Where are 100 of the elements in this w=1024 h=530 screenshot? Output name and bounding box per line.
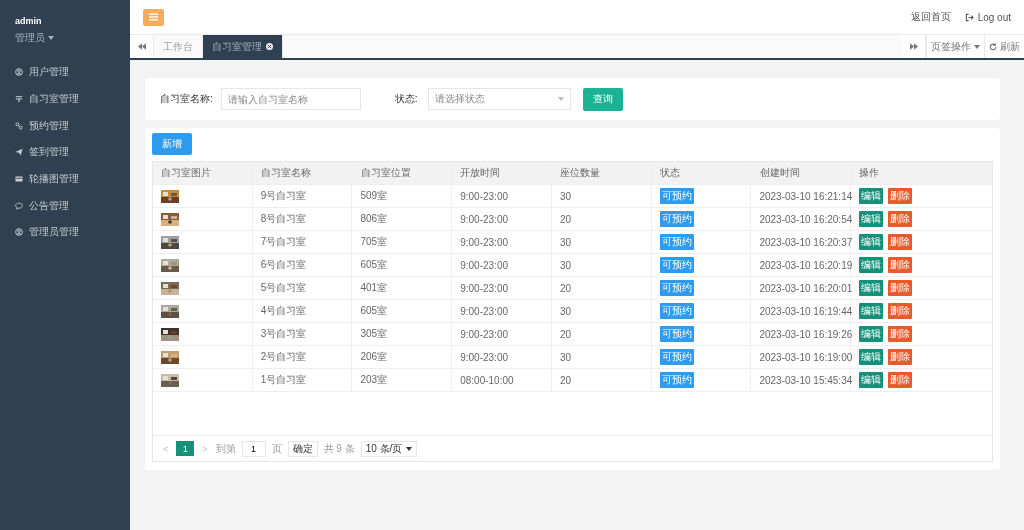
- status-badge: 可预约: [659, 280, 694, 296]
- table-cell: 30: [551, 346, 652, 368]
- field-label: 自习室名称:: [160, 92, 213, 106]
- home-link[interactable]: 返回首页: [910, 10, 951, 24]
- table-cell: 206室: [352, 346, 453, 368]
- column-header: 自习室名称: [252, 162, 353, 184]
- table-cell: 2023-03-10 16:19:26: [751, 323, 852, 345]
- user-name: admin: [15, 16, 42, 26]
- delete-button[interactable]: 删除: [888, 211, 913, 227]
- column-header: 自习室位置: [352, 162, 453, 184]
- name-input-field[interactable]: 请输入自习室名称: [220, 88, 361, 110]
- goto-label: 到第: [215, 441, 236, 456]
- sidebar-item[interactable]: 自习室管理: [0, 85, 130, 113]
- table-cell: 2023-03-10 16:20:54: [751, 208, 852, 230]
- tab-actions-dropdown[interactable]: 页签操作: [926, 35, 984, 58]
- table-cell: 2023-03-10 16:20:37: [751, 231, 852, 253]
- sidebar-item[interactable]: 公告管理: [0, 192, 130, 220]
- delete-button[interactable]: 删除: [888, 372, 913, 388]
- table-cell: 8号自习室: [252, 208, 353, 230]
- table-cell: 9:00-23:00: [452, 346, 552, 368]
- confirm-button[interactable]: 确定: [287, 440, 318, 457]
- status-badge: 可预约: [659, 349, 694, 365]
- refresh-button[interactable]: 刷新: [984, 35, 1024, 58]
- table-cell: 3号自习室: [252, 323, 353, 345]
- table-cell: 20: [551, 323, 652, 345]
- table-cell: 30: [551, 231, 652, 253]
- table-cell: 30: [551, 254, 652, 276]
- previous-page-button[interactable]: <: [161, 443, 171, 454]
- status-badge: 可预约: [659, 372, 694, 388]
- add-button[interactable]: 新增: [152, 133, 192, 155]
- status-badge: 可预约: [659, 234, 694, 250]
- delete-button[interactable]: 删除: [888, 303, 913, 319]
- table-cell: 2023-03-10 16:20:19: [751, 254, 852, 276]
- delete-button[interactable]: 删除: [888, 257, 913, 273]
- table-cell: 9:00-23:00: [452, 254, 552, 276]
- sidebar-item[interactable]: 轮播图管理: [0, 165, 130, 193]
- page-button[interactable]: 1: [176, 441, 195, 456]
- field-label: 状态:: [394, 92, 418, 106]
- table-cell: 705室: [352, 231, 453, 253]
- delete-button[interactable]: 删除: [888, 280, 913, 296]
- table-cell: 2号自习室: [252, 346, 353, 368]
- table-cell: 9:00-23:00: [452, 277, 552, 299]
- column-header: 自习室图片: [153, 162, 253, 184]
- delete-button[interactable]: 删除: [888, 326, 913, 342]
- table-cell: 605室: [352, 300, 453, 322]
- column-header: 开放时间: [452, 162, 553, 184]
- table-cell: 20: [551, 208, 652, 230]
- status-badge: 可预约: [659, 303, 694, 319]
- delete-button[interactable]: 删除: [888, 349, 913, 365]
- search-button[interactable]: 查询: [582, 87, 623, 111]
- tab[interactable]: 自习室管理: [203, 35, 283, 58]
- table-cell: 401室: [352, 277, 453, 299]
- edit-button[interactable]: 编辑: [859, 234, 884, 250]
- table-cell: 1号自习室: [252, 369, 353, 391]
- status-badge: 可预约: [659, 211, 694, 227]
- role-dropdown[interactable]: 管理员: [15, 31, 54, 45]
- sidebar-item[interactable]: 预约管理: [0, 112, 130, 140]
- table-cell: 2023-03-10 15:45:34: [751, 369, 852, 391]
- table-cell: 4号自习室: [252, 300, 353, 322]
- table-cell: 6号自习室: [252, 254, 353, 276]
- sidebar-item[interactable]: 管理员管理: [0, 219, 130, 246]
- table-cell: 30: [551, 300, 652, 322]
- table-cell: 9:00-23:00: [452, 208, 552, 230]
- table-cell: 2023-03-10 16:19:00: [751, 346, 852, 368]
- page-size-select[interactable]: 10 条/页: [360, 440, 418, 457]
- edit-button[interactable]: 编辑: [859, 372, 884, 388]
- delete-button[interactable]: 删除: [888, 234, 913, 250]
- edit-button[interactable]: 编辑: [859, 257, 884, 273]
- table-cell: 203室: [352, 369, 453, 391]
- sidebar-item[interactable]: 用户管理: [0, 59, 130, 86]
- table-cell: 9:00-23:00: [452, 300, 552, 322]
- column-header: 创建时间: [751, 162, 852, 184]
- status-badge: 可预约: [659, 257, 694, 273]
- edit-button[interactable]: 编辑: [859, 303, 884, 319]
- table-cell: 2023-03-10 16:21:14: [751, 185, 852, 207]
- edit-button[interactable]: 编辑: [859, 188, 884, 204]
- table-cell: 20: [551, 369, 652, 391]
- edit-button[interactable]: 编辑: [859, 349, 884, 365]
- edit-button[interactable]: 编辑: [859, 326, 884, 342]
- page-input-field[interactable]: 1: [241, 440, 266, 457]
- table-cell: 806室: [352, 208, 453, 230]
- table-cell: 2023-03-10 16:20:01: [751, 277, 852, 299]
- column-header: 状态: [651, 162, 752, 184]
- table-cell: 9:00-23:00: [452, 185, 552, 207]
- edit-button[interactable]: 编辑: [859, 211, 884, 227]
- status-select[interactable]: 请选择状态: [427, 88, 571, 110]
- table-cell: 9号自习室: [252, 185, 353, 207]
- logout-link[interactable]: Log out: [964, 10, 1011, 24]
- table-cell: 9:00-23:00: [452, 323, 552, 345]
- edit-button[interactable]: 编辑: [859, 280, 884, 296]
- delete-button[interactable]: 删除: [888, 188, 913, 204]
- column-header: 操作: [858, 166, 881, 180]
- table-cell: 08:00-10:00: [452, 369, 552, 391]
- sidebar-item[interactable]: 签到管理: [0, 139, 130, 166]
- status-badge: 可预约: [659, 326, 694, 342]
- table-cell: 7号自习室: [252, 231, 353, 253]
- table-cell: 9:00-23:00: [452, 231, 552, 253]
- total-count: 共 9 条: [323, 441, 355, 456]
- next-page-button[interactable]: >: [200, 443, 210, 454]
- table-cell: 2023-03-10 16:19:44: [751, 300, 852, 322]
